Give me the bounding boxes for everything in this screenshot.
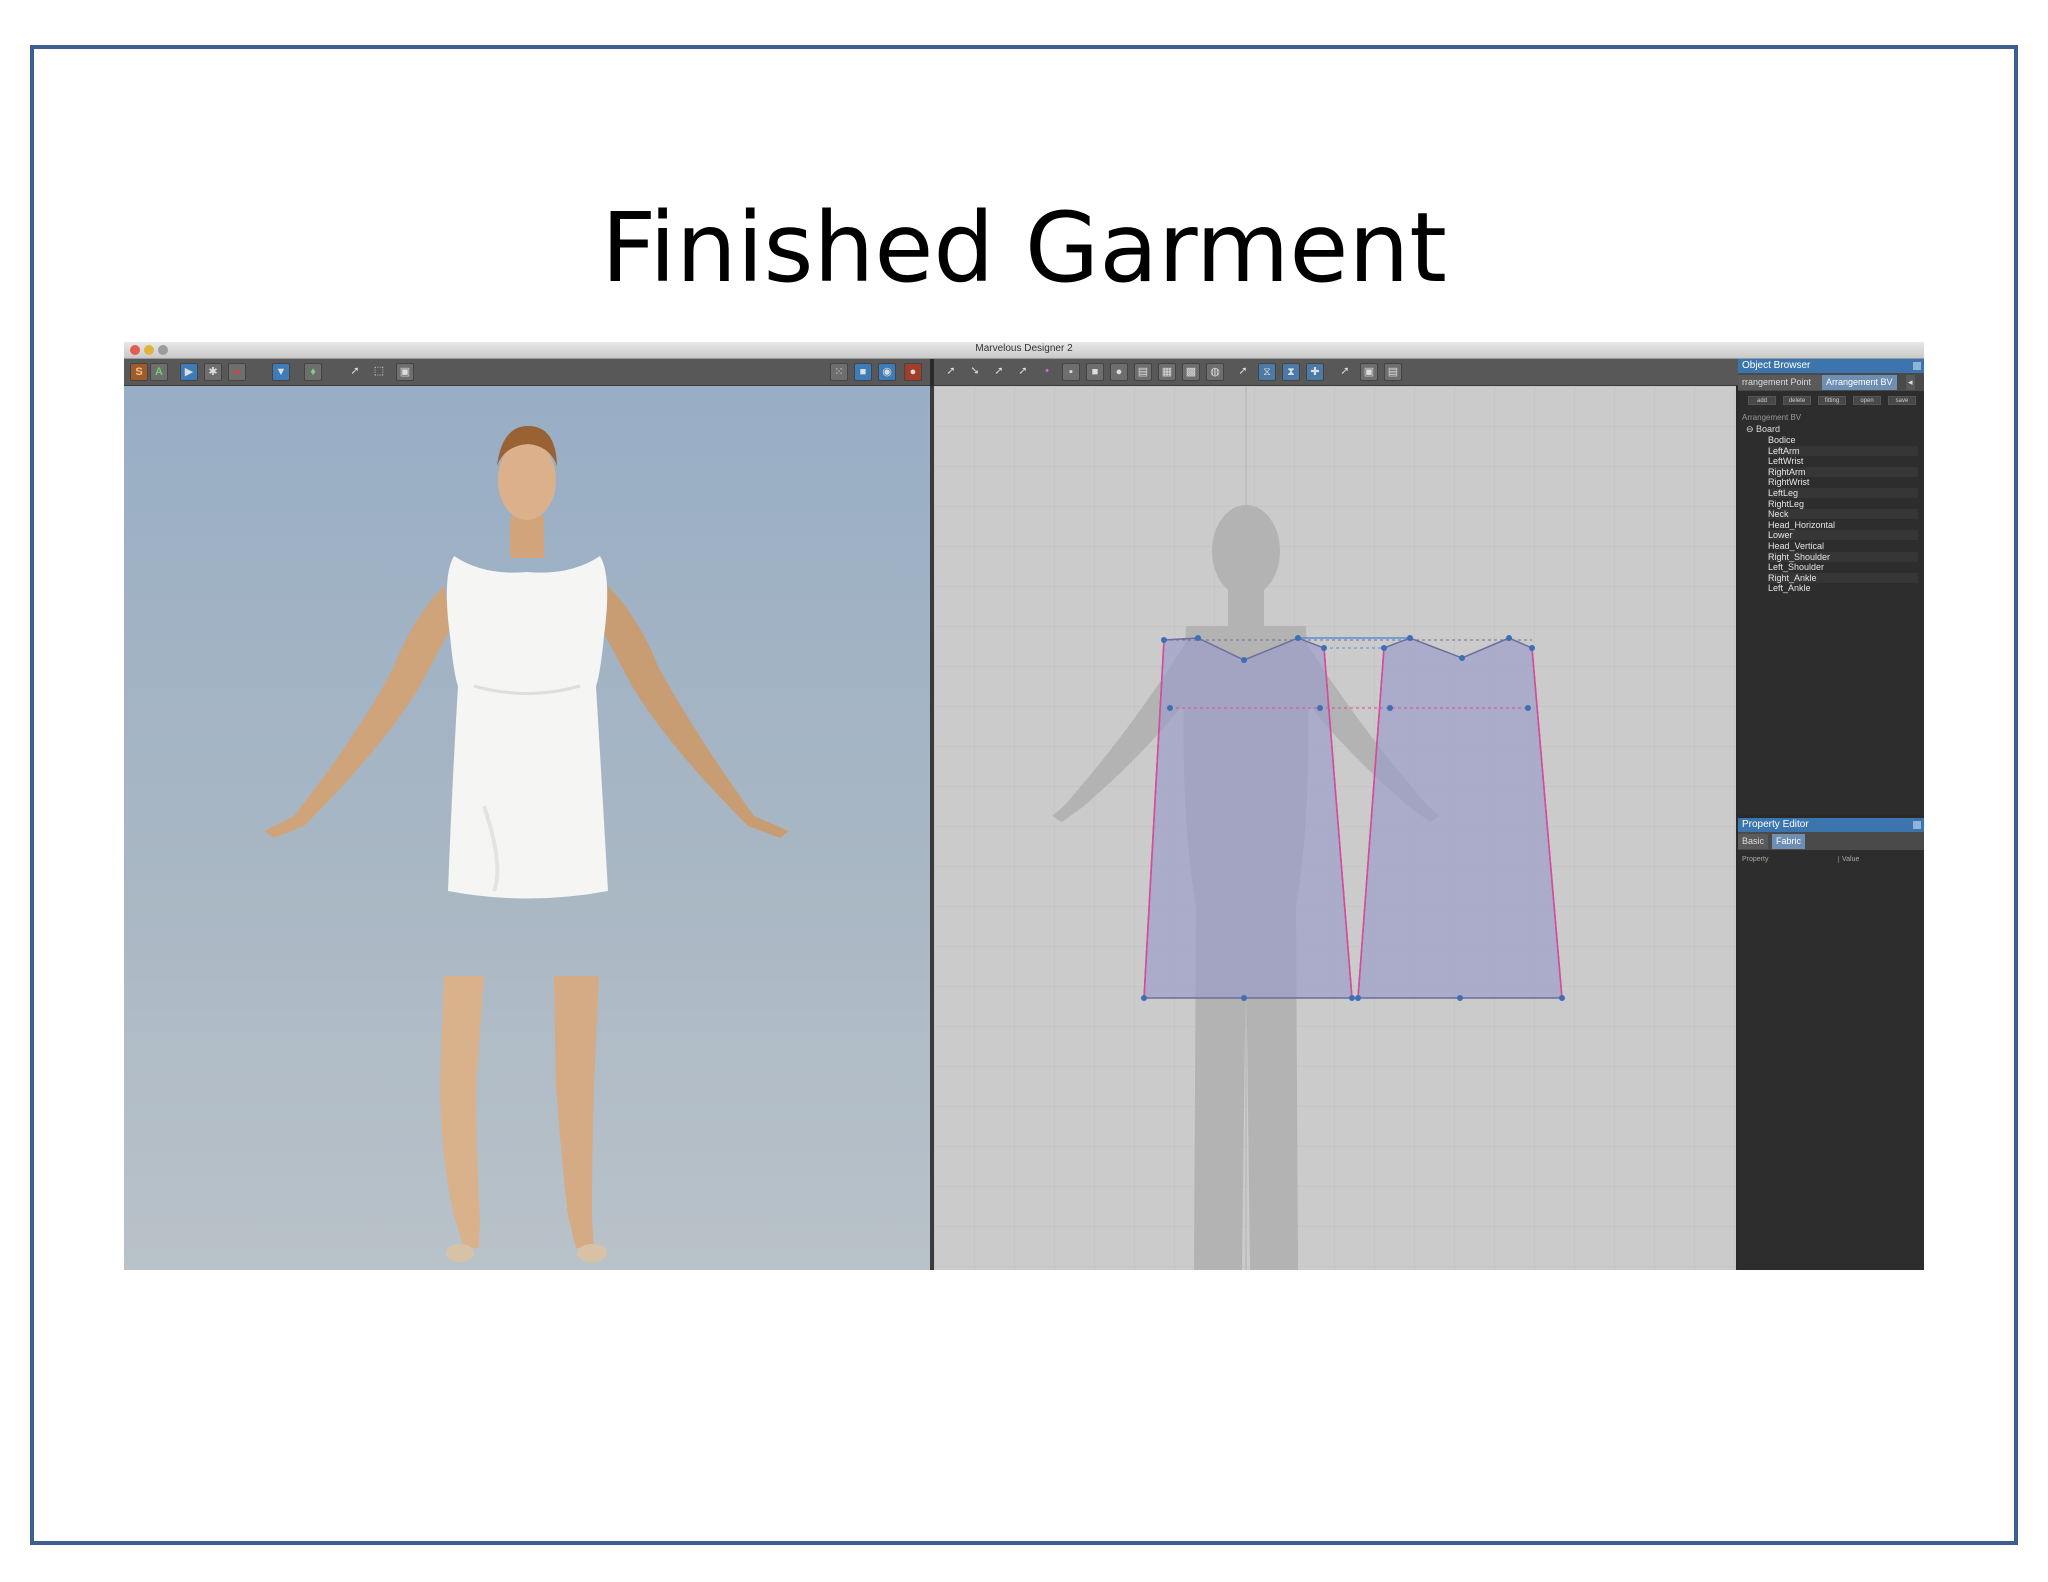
lasso-icon[interactable]: ▣ [1360,363,1378,381]
tack-icon[interactable]: ✚ [1306,363,1324,381]
viewport-3d[interactable] [124,386,930,1270]
object-browser-buttons: add delete fitting open save [1742,396,1920,405]
simulate-button[interactable]: S [130,363,148,381]
tab-arrangement-point[interactable]: rrangement Point [1738,375,1826,390]
point-icon[interactable]: • [1038,363,1056,381]
stop-icon[interactable]: ● [904,363,922,381]
toolbar-3d: S A ▶ ✱ ● ▼ ♦ ➚ ⬚ ▣ ⁙ ■ ◉ ● [124,359,930,386]
walk-icon[interactable]: ✱ [204,363,222,381]
add-button[interactable]: add [1748,396,1776,405]
section-label: Arrangement BV [1742,413,1802,422]
polygon-icon[interactable]: ▪ [1062,363,1080,381]
property-editor-panel: Property Editor Basic Fabric Property Va… [1738,818,1924,1270]
window-titlebar: Marvelous Designer 2 [124,342,1924,359]
tab-fabric[interactable]: Fabric [1772,834,1806,849]
save-button[interactable]: save [1888,396,1916,405]
tree-item[interactable]: RightArm [1768,466,1918,477]
texture-icon[interactable]: ■ [854,363,872,381]
tree-root-board[interactable]: ⊖ Board [1746,424,1780,435]
edit-point-icon[interactable]: ➘ [966,363,984,381]
internal-rectangle-icon[interactable]: ▦ [1158,363,1176,381]
property-editor-tabs: Basic Fabric [1738,832,1924,850]
property-editor-title: Property Editor [1742,819,1809,830]
front-pattern-piece [1143,637,1353,999]
tree-item[interactable]: RightWrist [1768,477,1918,487]
object-browser-header: Object Browser [1738,359,1924,373]
select-box-icon[interactable]: ⬚ [370,363,388,381]
toolbar-2d: ➚ ➘ ➚ ➚ • ▪ ■ ● ▤ ▦ ▩ ◍ ➚ ⧖ ⧗ ✚ ➚ ▣ ▤ [934,359,1738,386]
close-icon[interactable] [1913,362,1921,370]
column-value: Value [1838,856,1859,863]
arrow-cursor-icon[interactable]: ➚ [346,363,364,381]
internal-polygon-icon[interactable]: ▤ [1134,363,1152,381]
play-icon[interactable]: ▶ [180,363,198,381]
tree-item[interactable]: LeftLeg [1768,488,1918,498]
rectangle-icon[interactable]: ■ [1086,363,1104,381]
app-window: Marvelous Designer 2 S A ▶ ✱ ● ▼ ♦ ➚ ⬚ ▣… [124,342,1924,1270]
tree-item[interactable]: Lower [1768,530,1918,541]
tree-item[interactable]: RightLeg [1768,499,1918,509]
dart-icon[interactable]: ▩ [1182,363,1200,381]
edit-curve-icon[interactable]: ➚ [990,363,1008,381]
tab-basic[interactable]: Basic [1738,834,1769,849]
object-browser-tabs: rrangement Point Arrangement BV ◂ [1738,373,1924,391]
tree-item[interactable]: Left_Ankle [1768,583,1918,593]
fitting-button[interactable]: fitting [1818,396,1846,405]
transform-pattern-icon[interactable]: ➚ [942,363,960,381]
column-property: Property [1742,856,1769,863]
delete-button[interactable]: delete [1783,396,1811,405]
window-title: Marvelous Designer 2 [975,343,1073,354]
record-icon[interactable]: ● [228,363,246,381]
tree-item[interactable]: Right_Shoulder [1768,551,1918,562]
tree-root-label: Board [1756,424,1781,434]
tree-item[interactable]: Bodice [1768,435,1918,445]
tree-item[interactable]: Head_Vertical [1768,541,1918,551]
close-icon[interactable] [1913,821,1921,829]
tree-item[interactable]: LeftArm [1768,445,1918,456]
free-sewing-icon[interactable]: ⧖ [1258,363,1276,381]
tree-item[interactable]: Neck [1768,509,1918,520]
settings-icon[interactable]: ▤ [1384,363,1402,381]
circle-icon[interactable]: ● [1110,363,1128,381]
viewport-2d-pattern[interactable] [934,386,1736,1270]
add-point-icon[interactable]: ➚ [1014,363,1032,381]
tree-item[interactable]: LeftWrist [1768,456,1918,466]
avatar-3d [264,426,789,1262]
internal-circle-icon[interactable]: ◍ [1206,363,1224,381]
back-pattern-piece [1357,637,1563,999]
globe-icon[interactable]: ◉ [878,363,896,381]
pattern-canvas [934,386,1736,1270]
property-editor-header: Property Editor [1738,818,1924,832]
avatar-icon[interactable]: ♦ [304,363,322,381]
tree-item[interactable]: Right_Ankle [1768,572,1918,583]
tab-scroll-icon[interactable]: ◂ [1906,375,1915,390]
tree-item[interactable]: Head_Horizontal [1768,520,1918,530]
open-button[interactable]: open [1853,396,1881,405]
segment-sewing-icon[interactable]: ➚ [1234,363,1252,381]
tree-item[interactable]: Left_Shoulder [1768,562,1918,572]
select-pin-icon[interactable]: ➚ [1336,363,1354,381]
shirt-icon[interactable]: ▼ [272,363,290,381]
object-browser-title: Object Browser [1742,360,1811,371]
grid-icon[interactable]: ⁙ [830,363,848,381]
tab-arrangement-bv[interactable]: Arrangement BV [1822,375,1897,390]
reset-view-icon[interactable]: ▣ [396,363,414,381]
slide-title: Finished Garment [601,192,1447,304]
sewing-line-icon[interactable]: ⧗ [1282,363,1300,381]
animate-button[interactable]: A [150,363,168,381]
object-browser-panel: Object Browser rrangement Point Arrangem… [1738,359,1924,815]
